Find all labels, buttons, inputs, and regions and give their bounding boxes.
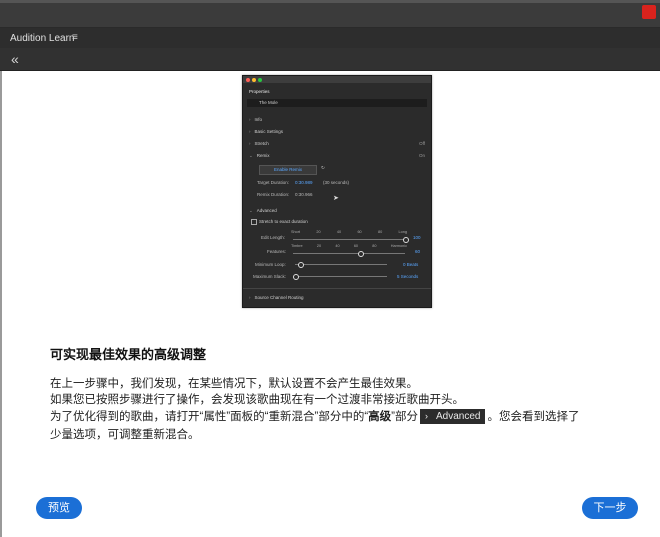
target-duration-label: Target Duration: [257,180,290,185]
mac-maximize-dot-icon [258,77,262,82]
edit-length-value: 100 [413,235,421,240]
advanced-chip: › Advanced [420,409,486,425]
paragraph-line-4: 少量选项，可调整重新混合。 [50,429,200,441]
max-slack-value: 5 Seconds [397,274,419,279]
edit-length-slider [293,239,405,240]
paragraph-line-1: 在上一步骤中，我们发现，在某些情况下，默认设置不会产生最佳效果。 [50,378,418,390]
min-loop-knob [297,262,304,268]
stretch-label: Stretch to exact duration [259,219,308,224]
paragraph-line-2: 如果您已按照步骤进行了操作，会发现该歌曲现在有一个过渡非常接近歌曲开头。 [50,394,464,406]
stretch-checkbox [251,219,257,225]
app-title: Audition Learn [10,33,75,44]
chevron-right-icon: › [425,411,428,422]
toolbar: « [0,48,660,71]
section-heading: 可实现最佳效果的高级调整 [50,347,207,362]
file-name: The Mole [259,100,278,105]
min-loop-label: Minimum Loop: [255,262,286,267]
advanced-row: ⌄ Advanced [249,208,277,213]
section-remix: ⌄ Remix [249,153,270,158]
learn-panel: Properties The Mole › Info › Basic Setting… [0,71,660,537]
edit-length-knob [403,237,409,243]
features-slider [293,253,405,254]
window-close-icon[interactable] [642,5,656,19]
os-top-strip [0,0,660,28]
max-slack-label: Maximum Slack: [253,274,287,279]
mac-titlebar [243,76,431,83]
next-button[interactable]: 下一步 [582,497,638,519]
app-titlebar: Audition Learn ≡ [0,28,660,48]
target-duration-note: (30 seconds) [323,180,350,185]
remix-state: On [418,153,425,158]
remix-duration-label: Remix Duration: [257,192,290,197]
cursor-icon: ➤ [333,195,339,202]
features-ticks: Timbre 20 40 60 80 Harmonic [291,244,407,248]
features-knob [358,251,365,257]
hamburger-menu-icon[interactable]: ≡ [72,32,78,43]
mac-minimize-dot-icon [252,77,256,82]
section-stretch: › Stretch [249,141,269,146]
max-slack-knob [293,274,299,280]
paragraph-line-3: 为了优化得到的歌曲，请打开“属性”面板的“重新混合”部分中的“高级”部分 › Adv… [50,409,580,425]
source-routing-row: › Source Channel Routing [249,295,304,300]
min-loop-slider [295,264,387,265]
stretch-state: Off [419,141,425,146]
target-duration-value: 0:30.989 [295,180,313,185]
prev-button[interactable]: 预览 [36,497,82,519]
features-value: 60 [415,249,421,254]
edit-length-label: Edit Length: [261,235,286,240]
file-bar: The Mole [247,99,427,107]
mac-close-dot-icon [246,77,250,82]
min-loop-value: 0 Beats [403,262,419,267]
refresh-icon: ↻ [321,165,325,170]
screenshot-divider [243,288,431,289]
collapse-double-chevron-icon[interactable]: « [11,51,19,67]
top-bar-line [0,0,660,3]
remix-duration-value: 0:30.966 [295,192,313,197]
section-basic: › Basic Settings [249,129,284,134]
enable-remix-button: Enable Remix [259,165,317,175]
properties-title: Properties [249,89,270,94]
section-info: › Info [249,117,263,122]
features-label: Features: [267,249,287,254]
edit-length-ticks: Short 20 40 60 80 Long [291,230,407,234]
max-slack-slider [295,276,387,277]
bold-advanced: 高级 [368,411,392,423]
properties-screenshot: Properties The Mole › Info › Basic Setting… [242,75,432,308]
